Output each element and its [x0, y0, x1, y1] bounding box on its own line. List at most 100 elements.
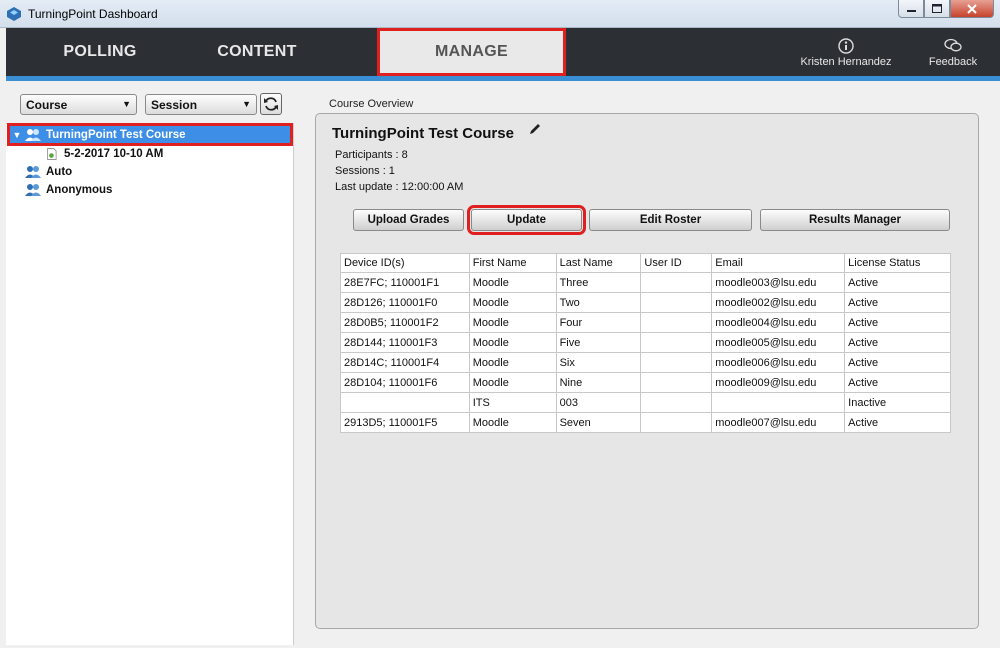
tab-manage[interactable]: MANAGE — [377, 28, 566, 76]
table-row[interactable]: 28D0B5; 110001F2 Moodle Four moodle004@lsu.… — [340, 312, 951, 333]
refresh-button[interactable] — [260, 93, 282, 115]
section-label: Course Overview — [329, 98, 414, 110]
expand-arrow-icon: ▼ — [12, 129, 22, 140]
cell-email — [711, 392, 846, 413]
edit-pencil-icon[interactable] — [528, 122, 542, 136]
cell-last-name: Three — [555, 272, 642, 293]
minimize-button[interactable] — [898, 0, 924, 18]
column-header-license-status[interactable]: License Status — [844, 253, 951, 273]
maximize-icon — [932, 4, 942, 13]
user-info-icon — [838, 38, 854, 54]
window-titlebar: TurningPoint Dashboard — [0, 0, 1000, 28]
main-nav-bar: POLLING CONTENT MANAGE Kristen Hernandez… — [6, 28, 1000, 76]
window-title: TurningPoint Dashboard — [28, 7, 158, 21]
course-tree-panel: Course ▼ Session ▼ ▼ TurningPoint Test C… — [6, 81, 294, 648]
tab-polling[interactable]: POLLING — [26, 28, 174, 76]
close-button[interactable] — [950, 0, 994, 18]
participants-icon — [25, 183, 41, 196]
minimize-icon — [906, 9, 916, 12]
cell-first-name: Moodle — [468, 272, 557, 293]
results-manager-button[interactable]: Results Manager — [760, 209, 950, 231]
column-header-first-name[interactable]: First Name — [468, 253, 557, 273]
column-header-last-name[interactable]: Last Name — [555, 253, 642, 273]
column-header-device-ids[interactable]: Device ID(s) — [340, 253, 470, 273]
course-title: TurningPoint Test Course — [332, 125, 514, 142]
upload-grades-button[interactable]: Upload Grades — [353, 209, 464, 231]
course-overview-panel: TurningPoint Test Course Participants : … — [315, 113, 979, 629]
participants-icon — [25, 128, 41, 141]
tree-item-anonymous[interactable]: Anonymous — [24, 181, 112, 198]
tree-item-label: 5-2-2017 10-10 AM — [64, 147, 164, 160]
chevron-down-icon: ▼ — [242, 99, 251, 109]
cell-device-ids: 28E7FC; 110001F1 — [340, 272, 470, 293]
cell-last-name: 003 — [555, 392, 642, 413]
cell-device-ids: 28D0B5; 110001F2 — [340, 312, 470, 333]
column-header-email[interactable]: Email — [711, 253, 846, 273]
cell-device-ids — [340, 392, 470, 413]
cell-email: moodle006@lsu.edu — [711, 352, 846, 373]
course-select[interactable]: Course ▼ — [20, 94, 137, 115]
participants-icon — [25, 165, 41, 178]
tree-item-auto[interactable]: Auto — [24, 163, 72, 180]
table-row[interactable]: ITS 003 Inactive — [340, 392, 951, 413]
update-button[interactable]: Update — [467, 205, 586, 235]
close-icon — [967, 3, 977, 14]
table-row[interactable]: 28D14C; 110001F4 Moodle Six moodle006@lsu.e… — [340, 352, 951, 373]
cell-license-status: Active — [844, 412, 951, 433]
course-select-value: Course — [26, 98, 68, 112]
cell-license-status: Active — [844, 352, 951, 373]
participants-count: Participants : 8 — [335, 149, 408, 161]
cell-user-id — [640, 332, 713, 353]
cell-license-status: Inactive — [844, 392, 951, 413]
cell-first-name: Moodle — [468, 352, 557, 373]
tree-item-course[interactable]: ▼ TurningPoint Test Course — [7, 123, 293, 146]
cell-license-status: Active — [844, 372, 951, 393]
cell-email: moodle005@lsu.edu — [711, 332, 846, 353]
tab-content[interactable]: CONTENT — [184, 28, 330, 76]
cell-last-name: Six — [555, 352, 642, 373]
table-row[interactable]: 28E7FC; 110001F1 Moodle Three moodle003@lsu… — [340, 272, 951, 293]
feedback-label: Feedback — [928, 56, 978, 68]
cell-first-name: Moodle — [468, 292, 557, 313]
session-select[interactable]: Session ▼ — [145, 94, 257, 115]
cell-last-name: Five — [555, 332, 642, 353]
cell-license-status: Active — [844, 312, 951, 333]
feedback-button[interactable]: Feedback — [921, 38, 985, 68]
session-select-value: Session — [151, 98, 198, 112]
cell-device-ids: 28D104; 110001F6 — [340, 372, 470, 393]
cell-device-ids: 28D14C; 110001F4 — [340, 352, 470, 373]
maximize-button[interactable] — [924, 0, 950, 18]
user-account[interactable]: Kristen Hernandez — [796, 38, 896, 68]
cell-first-name: Moodle — [468, 332, 557, 353]
cell-device-ids: 28D144; 110001F3 — [340, 332, 470, 353]
feedback-icon — [944, 38, 962, 52]
cell-email: moodle007@lsu.edu — [711, 412, 846, 433]
table-row[interactable]: 28D144; 110001F3 Moodle Five moodle005@lsu.… — [340, 332, 951, 353]
cell-license-status: Active — [844, 292, 951, 313]
cell-first-name: ITS — [468, 392, 557, 413]
edit-roster-button[interactable]: Edit Roster — [589, 209, 752, 231]
cell-user-id — [640, 352, 713, 373]
table-row[interactable]: 28D104; 110001F6 Moodle Nine moodle009@lsu.… — [340, 372, 951, 393]
chevron-down-icon: ▼ — [122, 99, 131, 109]
cell-email: moodle002@lsu.edu — [711, 292, 846, 313]
user-name: Kristen Hernandez — [800, 56, 892, 68]
cell-user-id — [640, 392, 713, 413]
cell-user-id — [640, 412, 713, 433]
cell-device-ids: 2913D5; 110001F5 — [340, 412, 470, 433]
table-row[interactable]: 2913D5; 110001F5 Moodle Seven moodle007@lsu… — [340, 412, 951, 433]
tree-item-session[interactable]: 5-2-2017 10-10 AM — [46, 145, 163, 162]
cell-user-id — [640, 292, 713, 313]
roster-table: Device ID(s) First Name Last Name User I… — [340, 253, 951, 433]
cell-user-id — [640, 312, 713, 333]
cell-email: moodle004@lsu.edu — [711, 312, 846, 333]
table-row[interactable]: 28D126; 110001F0 Moodle Two moodle002@lsu.e… — [340, 292, 951, 313]
last-update: Last update : 12:00:00 AM — [335, 181, 464, 193]
cell-license-status: Active — [844, 332, 951, 353]
turningpoint-app-icon — [7, 7, 21, 21]
refresh-icon — [264, 97, 278, 111]
cell-first-name: Moodle — [468, 412, 557, 433]
cell-email: moodle009@lsu.edu — [711, 372, 846, 393]
column-header-user-id[interactable]: User ID — [640, 253, 713, 273]
cell-first-name: Moodle — [468, 312, 557, 333]
